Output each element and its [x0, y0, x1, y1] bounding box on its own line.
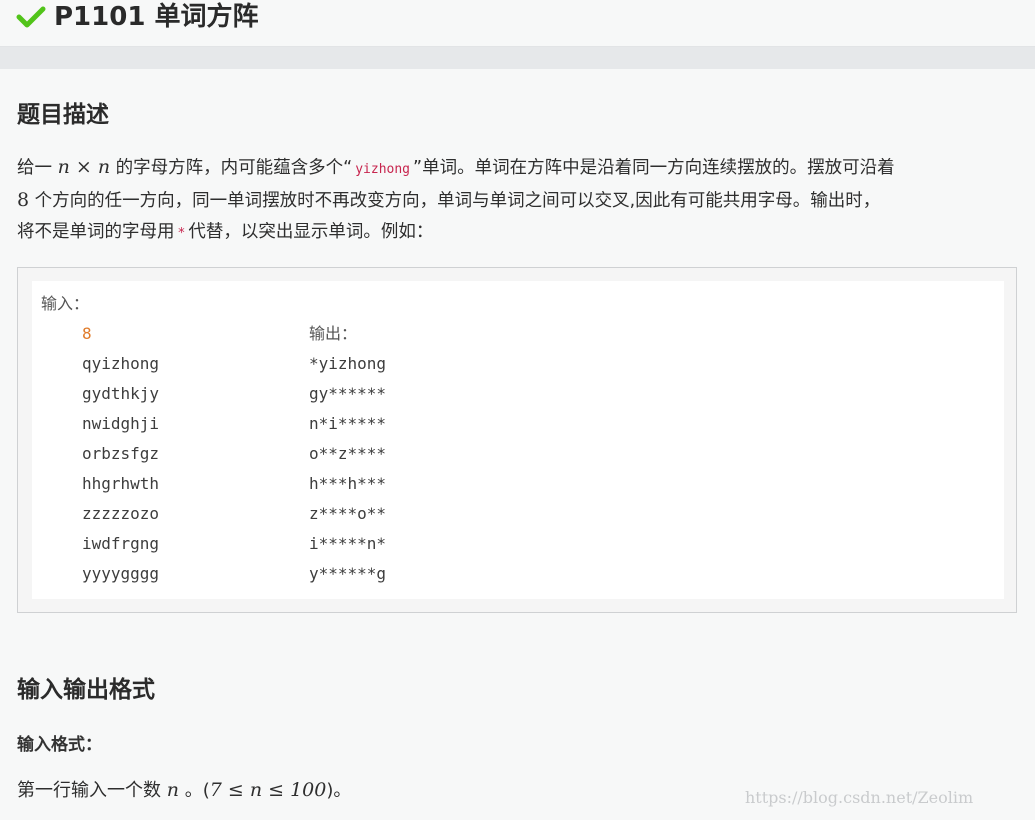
inline-code-yizhong: yizhong — [355, 162, 411, 177]
input-grid-row: nwidghji — [82, 414, 160, 433]
output-grid-row: gy****** — [309, 384, 387, 403]
input-label: 输入： — [41, 294, 90, 313]
description-line-3: 将不是单词的字母用 * 代替，以突出显示单词。例如： — [17, 222, 434, 242]
check-icon — [16, 6, 46, 28]
input-grid-row: qyizhong — [82, 354, 160, 373]
inline-code-asterisk: * — [177, 226, 186, 241]
output-label: 输出： — [309, 324, 358, 343]
description-text: 给一 n × n 的字母方阵，内可能蕴含多个“ yizhong ”单词。单词在方阵中… — [17, 152, 1032, 249]
input-grid: qyizhong gydthkjy nwidghji orbzsfgz hhgrhwth… — [82, 349, 159, 589]
problem-title: 单词方阵 — [154, 2, 259, 32]
output-grid-row: y******g — [309, 564, 387, 583]
output-grid-row: i*****n* — [309, 534, 387, 553]
input-grid-row: yyyygggg — [82, 564, 160, 583]
description-line-2: 8 个方向的任一方向，同一单词摆放时不再改变方向，单词与单词之间可以交叉,因此有… — [17, 189, 881, 211]
output-grid-row: o**z**** — [309, 444, 387, 463]
input-format-heading: 输入格式： — [17, 735, 102, 755]
input-grid-row: iwdfrgng — [82, 534, 160, 553]
input-grid-row: orbzsfgz — [82, 444, 160, 463]
input-grid-row: hhgrhwth — [82, 474, 160, 493]
problem-header: P1101 单词方阵 — [0, 0, 1035, 47]
output-grid-row: n*i***** — [309, 414, 387, 433]
input-format-text: 第一行输入一个数 n 。(7 ≤ n ≤ 100)。 — [17, 779, 352, 801]
math-n-times-n: n × n — [57, 156, 111, 178]
description-heading: 题目描述 — [17, 102, 109, 128]
page-title: P1101 单词方阵 — [54, 0, 259, 34]
watermark: https://blog.csdn.net/Zeolim — [745, 788, 974, 807]
input-grid-row: gydthkjy — [82, 384, 160, 403]
example-code-content: 输入： 8 输出： qyizhong gydthkjy nwidghji orbzsf… — [32, 281, 1004, 599]
math-eight: 8 — [17, 189, 30, 211]
example-n: 8 — [82, 324, 92, 343]
example-code-block: 输入： 8 输出： qyizhong gydthkjy nwidghji orbzsf… — [17, 267, 1017, 613]
header-divider-band — [0, 47, 1035, 69]
output-grid-row: z****o** — [309, 504, 387, 523]
io-format-heading: 输入输出格式 — [17, 677, 155, 703]
math-n: n — [166, 779, 179, 801]
description-line-1: 给一 n × n 的字母方阵，内可能蕴含多个“ yizhong ”单词。单词在方阵中… — [17, 156, 895, 178]
output-grid-row: *yizhong — [309, 354, 387, 373]
output-grid: *yizhong gy****** n*i***** o**z**** h***h***… — [309, 349, 386, 589]
math-constraint: 7 ≤ n ≤ 100 — [209, 779, 327, 801]
problem-id: P1101 — [54, 2, 146, 32]
input-grid-row: zzzzzozo — [82, 504, 160, 523]
output-grid-row: h***h*** — [309, 474, 387, 493]
